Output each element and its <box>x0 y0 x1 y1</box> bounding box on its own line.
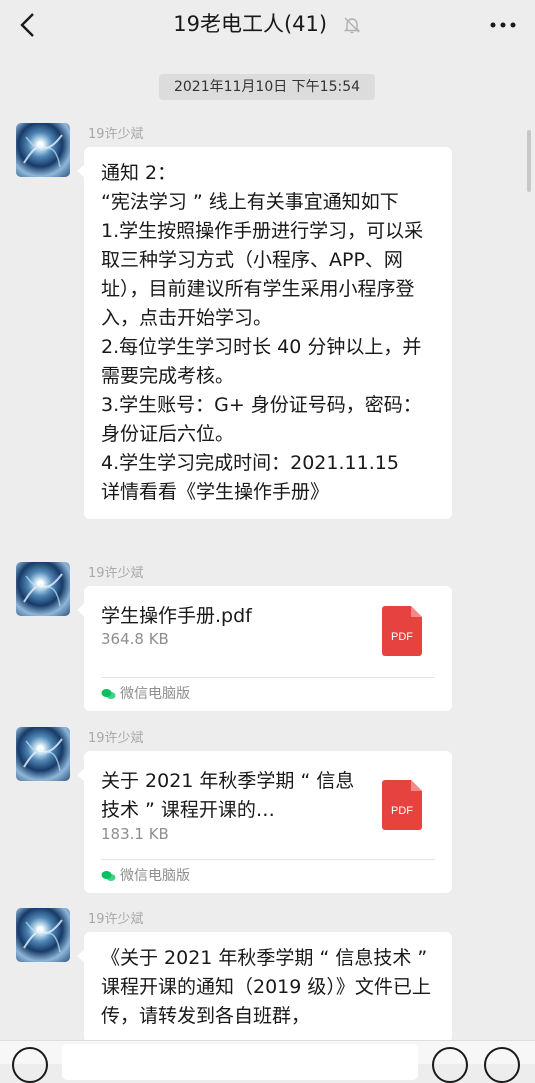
wechat-icon <box>101 871 116 881</box>
file-message-bubble[interactable]: 学生操作手册.pdf 364.8 KB PDF 微信电脑版 <box>77 586 452 711</box>
avatar[interactable] <box>16 123 70 177</box>
chat-header: 19老电工人(41) <box>0 0 535 50</box>
chat-title-text: 19老电工人(41) <box>173 12 328 36</box>
voice-icon[interactable] <box>12 1047 48 1083</box>
message-input[interactable] <box>62 1044 418 1080</box>
chat-area[interactable]: 2021年11月10日 下午15:54 19许少斌 通知 2： “宪法学习 ” … <box>0 50 535 1040</box>
file-source: 微信电脑版 <box>101 866 190 886</box>
emoji-icon[interactable] <box>432 1047 468 1083</box>
text-message-bubble[interactable]: 通知 2： “宪法学习 ” 线上有关事宜通知如下 1.学生按照操作手册进行学习，… <box>77 147 452 519</box>
pdf-file-icon: PDF <box>382 780 422 830</box>
divider <box>101 859 435 860</box>
sender-name: 19许少斌 <box>88 127 144 142</box>
avatar[interactable] <box>16 727 70 781</box>
avatar-image <box>23 134 63 168</box>
file-size: 364.8 KB <box>101 630 169 648</box>
chat-title: 19老电工人(41) <box>0 9 535 39</box>
sender-name: 19许少斌 <box>88 731 144 746</box>
avatar[interactable] <box>16 562 70 616</box>
pdf-label: PDF <box>391 631 413 643</box>
divider <box>101 677 435 678</box>
file-message-bubble[interactable]: 关于 2021 年秋季学期 “ 信息技术 ” 课程开课的… 183.1 KB P… <box>77 751 452 893</box>
file-source-label: 微信电脑版 <box>120 686 190 702</box>
avatar[interactable] <box>16 908 70 962</box>
text-message-bubble[interactable]: 《关于 2021 年秋季学期 “ 信息技术 ” 课程开课的通知（2019 级）》… <box>77 932 452 1040</box>
pdf-label: PDF <box>391 805 413 817</box>
file-name: 学生操作手册.pdf <box>101 605 252 627</box>
pdf-file-icon: PDF <box>382 606 422 656</box>
file-source-label: 微信电脑版 <box>120 868 190 884</box>
avatar-image <box>23 738 63 772</box>
file-source: 微信电脑版 <box>101 684 190 704</box>
wechat-icon <box>101 689 116 699</box>
bell-muted-icon <box>343 17 360 34</box>
file-name: 关于 2021 年秋季学期 “ 信息技术 ” 课程开课的… <box>101 770 355 821</box>
sender-name: 19许少斌 <box>88 566 144 581</box>
file-size: 183.1 KB <box>101 825 169 843</box>
avatar-image <box>23 573 63 607</box>
input-bar <box>0 1040 535 1083</box>
scrollbar[interactable] <box>527 130 531 192</box>
avatar-image <box>23 919 63 953</box>
more-icon[interactable] <box>485 10 521 40</box>
plus-icon[interactable] <box>484 1047 520 1083</box>
sender-name: 19许少斌 <box>88 912 144 927</box>
message-timestamp: 2021年11月10日 下午15:54 <box>159 74 375 100</box>
